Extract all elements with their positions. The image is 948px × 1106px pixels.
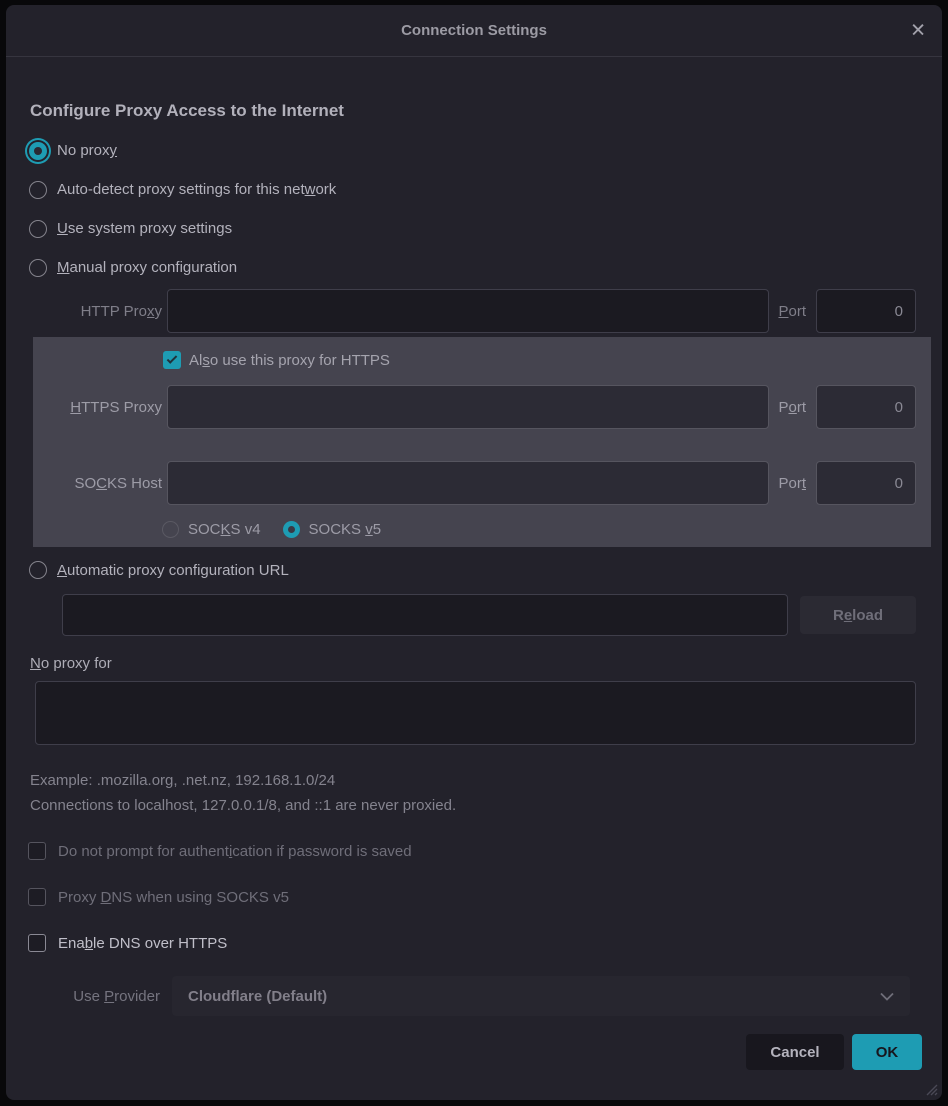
radio-socks-v4 [162, 521, 179, 538]
https-proxy-label: HTTPS Proxy [26, 399, 162, 416]
connection-settings-dialog: Connection Settings ✕ Configure Proxy Ac… [6, 5, 942, 1100]
never-proxied-note: Connections to localhost, 127.0.0.1/8, a… [30, 797, 942, 814]
radio-auto-url-label: Automatic proxy configuration URL [57, 562, 289, 579]
radio-system-proxy[interactable] [29, 220, 47, 238]
socks-host-label: SOCKS Host [26, 475, 162, 492]
doh-provider-select: Cloudflare (Default) [172, 976, 910, 1016]
checkmark-icon [167, 353, 178, 364]
proxy-dns-label: Proxy DNS when using SOCKS v5 [58, 889, 289, 906]
http-proxy-input [167, 289, 769, 333]
doh-provider-row: Use Provider Cloudflare (Default) [6, 976, 942, 1016]
use-provider-label: Use Provider [30, 988, 160, 1005]
radio-no-proxy-label: No proxy [57, 142, 117, 159]
socks-host-input [167, 461, 769, 505]
radio-row-no-proxy[interactable]: No proxy [6, 131, 942, 170]
also-https-label: Also use this proxy for HTTPS [189, 352, 390, 369]
socks-version-row: SOCKS v4 SOCKS v5 [6, 518, 942, 540]
socks-port-label: Port [778, 475, 806, 492]
radio-socks-v4-label: SOCKS v4 [188, 521, 261, 538]
ok-button[interactable]: OK [852, 1034, 922, 1070]
radio-socks-v5-label: SOCKS v5 [309, 521, 382, 538]
no-proxy-for-textarea[interactable] [35, 681, 916, 745]
no-proxy-example-text: Example: .mozilla.org, .net.nz, 192.168.… [30, 772, 942, 789]
http-port-label: Port [778, 303, 806, 320]
cancel-button[interactable]: Cancel [746, 1034, 844, 1070]
radio-socks-v5 [283, 521, 300, 538]
auto-config-url-input [62, 594, 788, 636]
resize-grip[interactable] [924, 1082, 938, 1096]
reload-button: Reload [800, 596, 916, 634]
enable-doh-row[interactable]: Enable DNS over HTTPS [6, 932, 942, 954]
proxy-dns-checkbox [28, 888, 46, 906]
https-proxy-row: HTTPS Proxy Port [6, 385, 942, 429]
auto-url-row: Reload [6, 594, 942, 636]
also-https-row: Also use this proxy for HTTPS [6, 349, 942, 371]
no-prompt-auth-row: Do not prompt for authentication if pass… [6, 840, 942, 862]
radio-auto-detect[interactable] [29, 181, 47, 199]
http-proxy-row: HTTP Proxy Port [6, 289, 942, 333]
http-proxy-label: HTTP Proxy [26, 303, 162, 320]
https-socks-highlight-section: Also use this proxy for HTTPS HTTPS Prox… [6, 337, 942, 547]
no-proxy-for-label: No proxy for [30, 655, 942, 673]
https-port-input [816, 385, 916, 429]
radio-row-auto-detect[interactable]: Auto-detect proxy settings for this netw… [6, 170, 942, 209]
enable-doh-label: Enable DNS over HTTPS [58, 935, 227, 952]
http-port-input [816, 289, 916, 333]
radio-row-system-proxy[interactable]: Use system proxy settings [6, 209, 942, 248]
close-icon[interactable]: ✕ [910, 21, 926, 40]
enable-doh-checkbox[interactable] [28, 934, 46, 952]
radio-auto-url[interactable] [29, 561, 47, 579]
socks-port-input [816, 461, 916, 505]
https-port-label: Port [778, 399, 806, 416]
page-title: Configure Proxy Access to the Internet [30, 101, 912, 121]
dialog-title: Connection Settings [401, 22, 547, 39]
radio-manual-proxy-label: Manual proxy configuration [57, 259, 237, 276]
dialog-footer: Cancel OK [6, 1034, 942, 1070]
no-prompt-auth-checkbox [28, 842, 46, 860]
radio-row-auto-url[interactable]: Automatic proxy configuration URL [6, 551, 942, 589]
no-prompt-auth-label: Do not prompt for authentication if pass… [58, 843, 412, 860]
radio-no-proxy[interactable] [29, 142, 47, 160]
also-https-checkbox [163, 351, 181, 369]
chevron-down-icon [880, 992, 894, 1001]
radio-auto-detect-label: Auto-detect proxy settings for this netw… [57, 181, 336, 198]
dialog-titlebar: Connection Settings ✕ [6, 5, 942, 57]
proxy-dns-row: Proxy DNS when using SOCKS v5 [6, 886, 942, 908]
radio-row-manual-proxy[interactable]: Manual proxy configuration [6, 248, 942, 287]
doh-provider-value: Cloudflare (Default) [188, 988, 327, 1005]
radio-system-proxy-label: Use system proxy settings [57, 220, 232, 237]
radio-manual-proxy[interactable] [29, 259, 47, 277]
socks-host-row: SOCKS Host Port [6, 461, 942, 505]
https-proxy-input [167, 385, 769, 429]
